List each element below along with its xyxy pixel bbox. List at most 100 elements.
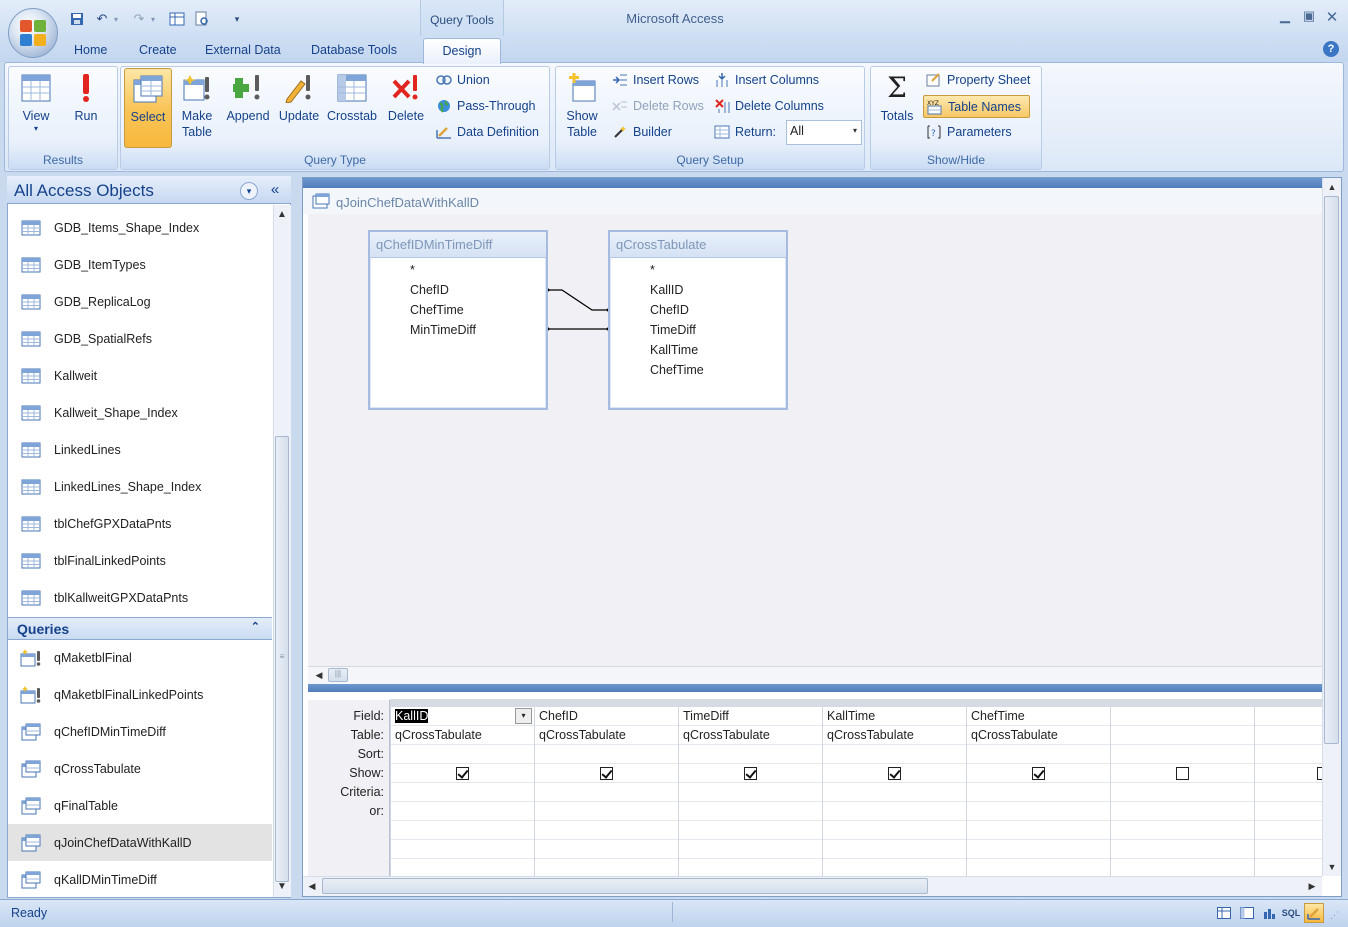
grid-or-cell[interactable]	[535, 802, 678, 821]
grid-table-cell[interactable]: qCrossTabulate	[679, 726, 822, 745]
grid-table-cell[interactable]	[1255, 726, 1322, 745]
table-field[interactable]: ChefTime	[610, 360, 786, 380]
nav-item-query[interactable]: qMaketblFinalLinkedPoints	[8, 676, 272, 713]
pivotchart-view-status-icon[interactable]	[1259, 903, 1279, 923]
table-box-qcrosstabulate[interactable]: qCrossTabulate * KallID ChefID TimeDiff Kall…	[608, 230, 788, 410]
office-button[interactable]	[8, 8, 58, 58]
help-icon[interactable]: ?	[1323, 41, 1339, 57]
tab-create[interactable]: Create	[139, 40, 177, 62]
property-sheet-button[interactable]: Property Sheet	[926, 70, 1030, 90]
grid-field-cell[interactable]: ChefID	[535, 707, 678, 726]
nav-item-query[interactable]: qFinalTable	[8, 787, 272, 824]
design-view-status-icon[interactable]	[1304, 903, 1324, 923]
doc-scroll-down-icon[interactable]: ▼	[1324, 859, 1340, 875]
grid-sort-cell[interactable]	[1111, 745, 1254, 764]
insert-rows-button[interactable]: Insert Rows	[612, 70, 699, 90]
builder-button[interactable]: Builder	[612, 122, 672, 142]
grid-sort-cell[interactable]	[391, 745, 534, 764]
table-field[interactable]: KallTime	[610, 340, 786, 360]
show-table-button[interactable]: Show Table	[561, 72, 603, 148]
grid-sort-cell[interactable]	[679, 745, 822, 764]
grid-criteria-cell[interactable]	[391, 783, 534, 802]
grid-criteria-cell[interactable]	[679, 783, 822, 802]
grid-criteria-cell[interactable]	[823, 783, 966, 802]
parameters-button[interactable]: ? Parameters	[926, 122, 1012, 142]
grid-extra-cell[interactable]	[1255, 821, 1322, 840]
grid-criteria-cell[interactable]	[535, 783, 678, 802]
grid-or-cell[interactable]	[1111, 802, 1254, 821]
table-field[interactable]: ChefTime	[370, 300, 546, 320]
save-icon[interactable]	[68, 10, 86, 28]
grid-field-cell[interactable]: KallID ▾	[391, 707, 534, 726]
maximize-icon[interactable]: ▣	[1300, 8, 1318, 24]
grid-extra-cell[interactable]	[679, 821, 822, 840]
grid-table-cell[interactable]: qCrossTabulate	[967, 726, 1110, 745]
design-scroll-thumb[interactable]: |||	[328, 668, 348, 682]
show-checkbox[interactable]	[1032, 767, 1045, 781]
doc-vscroll-thumb[interactable]	[1324, 196, 1339, 744]
nav-item-table[interactable]: LinkedLines	[8, 431, 272, 468]
grid-field-cell[interactable]: ChefTime	[967, 707, 1110, 726]
join-line-chefid[interactable]	[547, 289, 610, 311]
table-field[interactable]: *	[370, 260, 546, 280]
grid-field-cell[interactable]: KallTime	[823, 707, 966, 726]
grid-table-cell[interactable]	[1111, 726, 1254, 745]
tab-design[interactable]: Design	[423, 38, 501, 64]
insert-columns-button[interactable]: Insert Columns	[714, 70, 819, 90]
column-selector-bar[interactable]	[390, 699, 1322, 707]
grid-criteria-cell[interactable]	[1111, 783, 1254, 802]
tab-home[interactable]: Home	[74, 40, 107, 62]
append-button[interactable]: Append	[222, 72, 274, 148]
grid-extra-cell[interactable]	[679, 840, 822, 859]
show-checkbox[interactable]	[600, 767, 613, 781]
design-pane-hscrollbar[interactable]	[308, 666, 1322, 684]
grid-sort-cell[interactable]	[1255, 745, 1322, 764]
grid-sort-cell[interactable]	[823, 745, 966, 764]
datasheet-view-status-icon[interactable]	[1214, 903, 1234, 923]
update-button[interactable]: Update	[276, 72, 322, 148]
sql-view-status-icon[interactable]: SQL	[1281, 903, 1301, 923]
grid-or-cell[interactable]	[823, 802, 966, 821]
grid-or-cell[interactable]	[679, 802, 822, 821]
grid-criteria-cell[interactable]	[1255, 783, 1322, 802]
nav-menu-dropdown-icon[interactable]: ▾	[240, 182, 258, 200]
grid-field-cell[interactable]: TimeDiff	[679, 707, 822, 726]
nav-item-query[interactable]: qCrossTabulate	[8, 750, 272, 787]
grid-extra-cell[interactable]	[823, 821, 966, 840]
grid-field-cell[interactable]	[1255, 707, 1322, 726]
grid-field-cell[interactable]	[1111, 707, 1254, 726]
grid-extra-cell[interactable]	[535, 821, 678, 840]
nav-item-query[interactable]: qChefIDMinTimeDiff	[8, 713, 272, 750]
grid-table-cell[interactable]: qCrossTabulate	[535, 726, 678, 745]
undo-icon[interactable]: ↶	[93, 10, 111, 28]
nav-item-query[interactable]: qMaketblFinal	[8, 639, 272, 676]
nav-item-table[interactable]: LinkedLines_Shape_Index	[8, 468, 272, 505]
table-box-qchefidmintimediff[interactable]: qChefIDMinTimeDiff * ChefID ChefTime MinTim…	[368, 230, 548, 410]
table-field[interactable]: ChefID	[610, 300, 786, 320]
view-button[interactable]: View ▾	[14, 72, 58, 148]
shutter-bar-close-icon[interactable]: «	[266, 181, 284, 199]
union-button[interactable]: Union	[436, 70, 490, 90]
pass-through-button[interactable]: Pass-Through	[436, 96, 536, 116]
return-select[interactable]: All ▾	[786, 120, 862, 145]
grid-extra-cell[interactable]	[967, 840, 1110, 859]
nav-item-query-selected[interactable]: qJoinChefDataWithKallD	[8, 824, 272, 861]
grid-extra-cell[interactable]	[967, 821, 1110, 840]
nav-item-table[interactable]: GDB_Items_Shape_Index	[8, 209, 272, 246]
pivottable-view-status-icon[interactable]	[1237, 903, 1257, 923]
table-field[interactable]: *	[610, 260, 786, 280]
grid-sort-cell[interactable]	[535, 745, 678, 764]
design-scroll-left-icon[interactable]: ◀	[311, 667, 327, 683]
redo-dropdown-icon[interactable]: ▾	[148, 10, 158, 28]
grid-scroll-right-icon[interactable]: ▶	[1304, 878, 1320, 894]
grid-extra-cell[interactable]	[535, 840, 678, 859]
make-table-button[interactable]: Make Table	[176, 72, 218, 148]
select-query-button[interactable]: Select	[124, 68, 172, 148]
grid-extra-cell[interactable]	[1255, 840, 1322, 859]
nav-item-query[interactable]: qKallDMinTimeDiff	[8, 861, 272, 898]
table-names-button[interactable]: XYZ Table Names	[923, 95, 1030, 118]
pane-splitter[interactable]	[308, 684, 1322, 692]
customize-qat-icon[interactable]: ▾	[228, 10, 246, 28]
delete-columns-button[interactable]: Delete Columns	[714, 96, 824, 116]
queries-group-header[interactable]: Queries ⌃	[8, 617, 272, 640]
